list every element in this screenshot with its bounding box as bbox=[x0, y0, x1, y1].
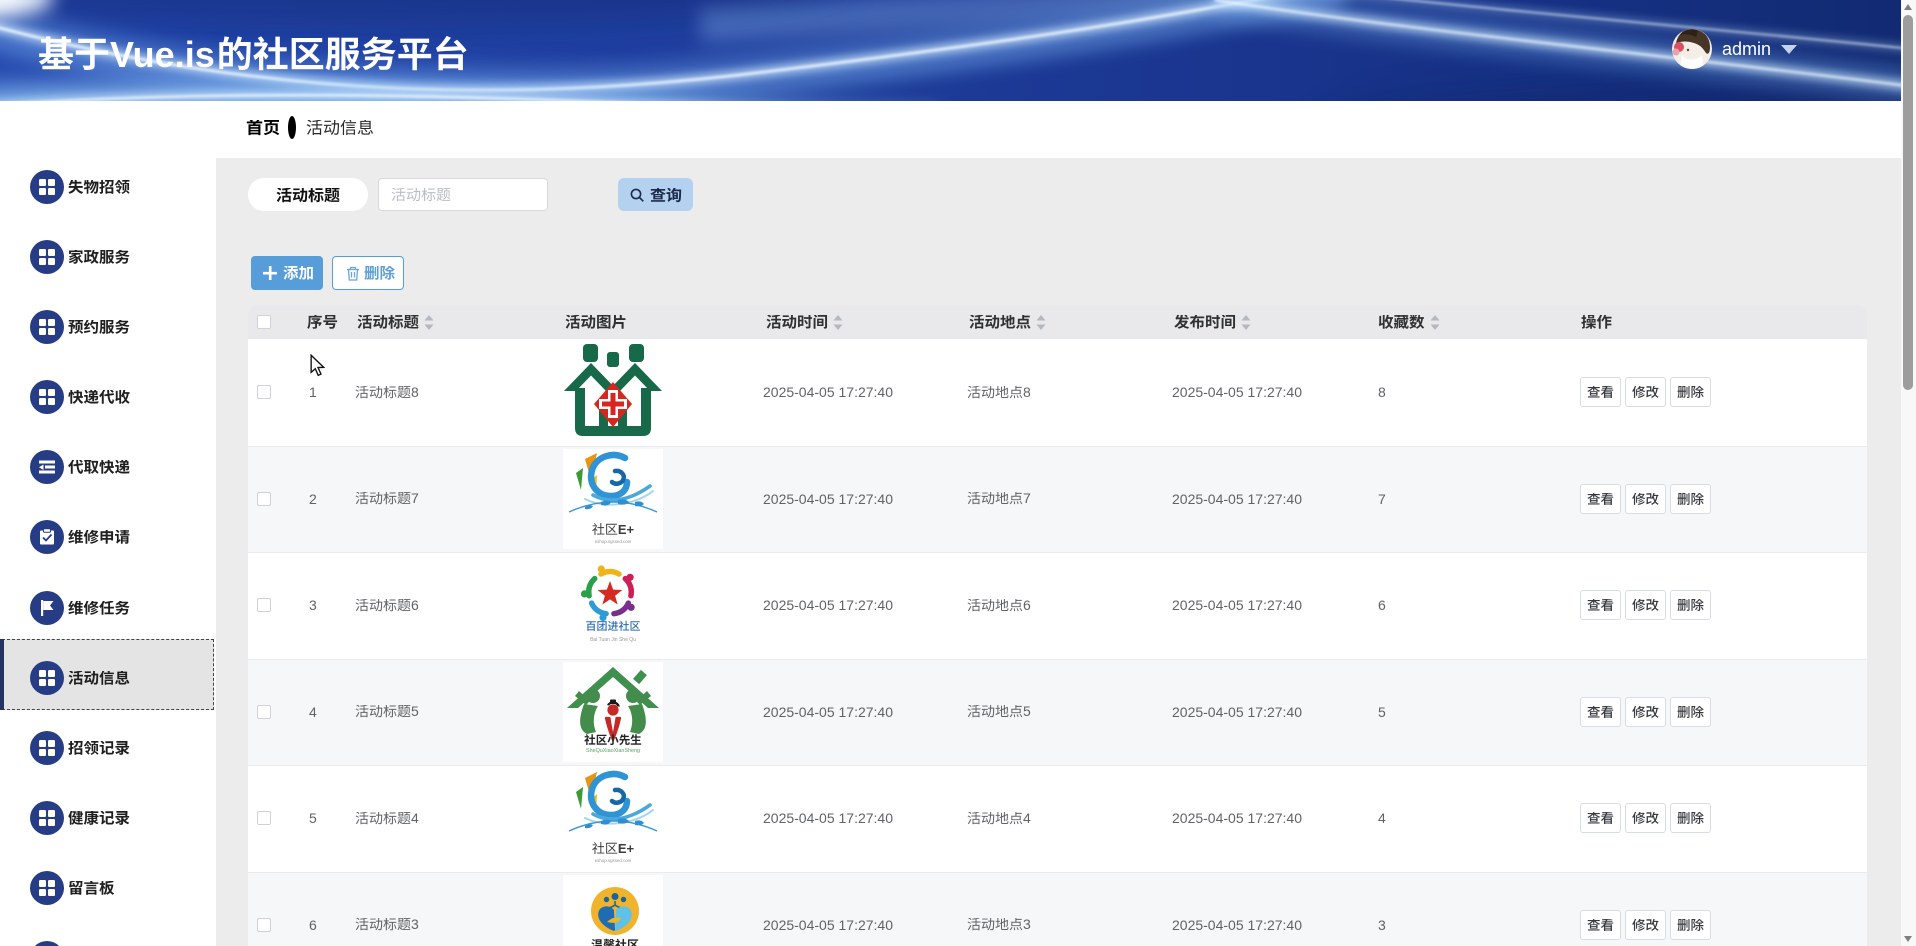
svg-text:4: 4 bbox=[411, 812, 419, 826]
svg-text:SheQuXiaoXianSheng: SheQuXiaoXianSheng bbox=[586, 748, 640, 754]
svg-text:eshop.sgssed.com: eshop.sgssed.com bbox=[595, 858, 632, 863]
svg-text:3: 3 bbox=[411, 918, 419, 932]
svg-text:Bai Tuan Jin She Qu: Bai Tuan Jin She Qu bbox=[590, 637, 636, 643]
svg-text:8: 8 bbox=[411, 386, 419, 400]
svg-text:6: 6 bbox=[411, 599, 419, 613]
svg-text:+: + bbox=[627, 522, 635, 537]
svg-text:Vue.is: Vue.is bbox=[110, 34, 215, 75]
svg-text:3: 3 bbox=[1023, 918, 1031, 932]
svg-text:5: 5 bbox=[411, 705, 419, 719]
svg-text:7: 7 bbox=[411, 492, 419, 506]
svg-text:5: 5 bbox=[1023, 705, 1031, 719]
svg-text:6: 6 bbox=[1023, 599, 1031, 613]
svg-text:eshop.sgssed.com: eshop.sgssed.com bbox=[595, 539, 632, 544]
svg-text:7: 7 bbox=[1023, 492, 1031, 506]
svg-text:4: 4 bbox=[1023, 812, 1031, 826]
svg-text:+: + bbox=[627, 841, 635, 856]
svg-text:8: 8 bbox=[1023, 386, 1031, 400]
